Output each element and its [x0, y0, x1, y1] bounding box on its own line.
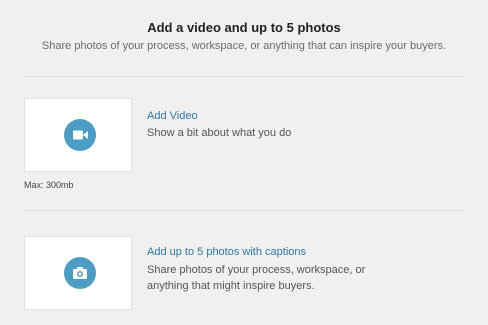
divider	[24, 210, 464, 211]
page-title: Add a video and up to 5 photos	[147, 20, 341, 35]
photos-description-line-1: Share photos of your process, workspace,…	[147, 264, 366, 276]
video-description: Show a bit about what you do	[147, 127, 292, 139]
photos-description-line-2: anything that might inspire buyers.	[147, 280, 315, 292]
photo-upload-box[interactable]	[24, 236, 132, 310]
video-upload-box[interactable]	[24, 98, 132, 172]
camera-icon	[64, 257, 96, 289]
add-photos-link[interactable]: Add up to 5 photos with captions	[147, 246, 306, 258]
divider	[24, 76, 464, 77]
video-camera-icon	[64, 119, 96, 151]
video-max-size-label: Max: 300mb	[24, 180, 74, 190]
page-subtitle: Share photos of your process, workspace,…	[41, 40, 447, 52]
photos-description: Share photos of your process, workspace,…	[147, 262, 467, 294]
add-video-link[interactable]: Add Video	[147, 110, 198, 122]
